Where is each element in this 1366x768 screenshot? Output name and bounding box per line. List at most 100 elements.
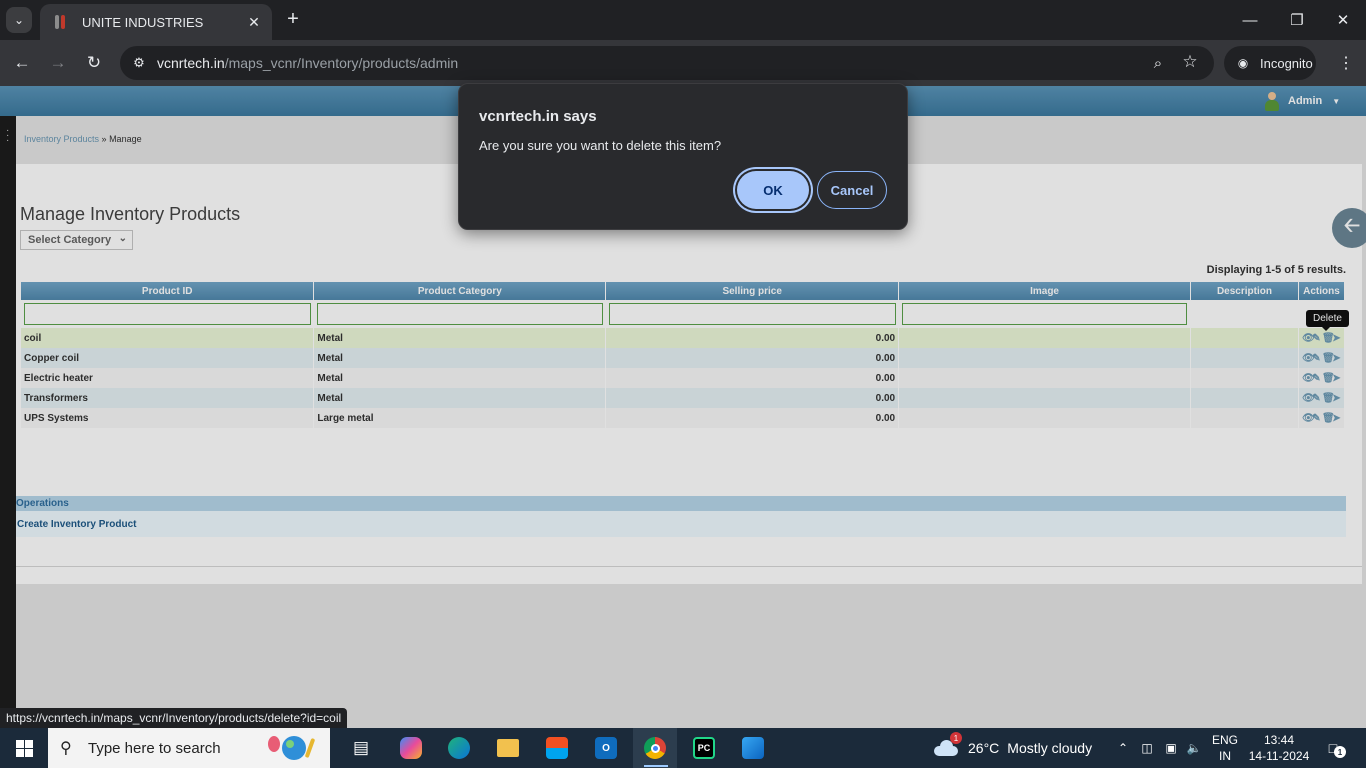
filter-product-category-input[interactable] (316, 303, 603, 325)
address-url: vcnrtech.in/maps_vcnr/Inventory/products… (157, 55, 459, 71)
cell-selling-price: 0.00 (605, 348, 900, 368)
reload-icon[interactable]: ↻ (80, 49, 108, 77)
minimize-icon[interactable]: — (1238, 8, 1262, 32)
column-header-actions: Actions (1298, 282, 1346, 300)
delete-trash-icon[interactable]: 🗑 (1322, 373, 1335, 384)
forward-arrow-icon[interactable]: → (44, 49, 72, 77)
tag-icon[interactable]: ➤ (1332, 333, 1341, 344)
view-eye-icon[interactable]: 👁 (1302, 373, 1315, 384)
new-tab-plus-icon[interactable]: + (282, 8, 304, 30)
table-row: Copper coil Metal 0.00 👁 ✎ 🗑 ➤ (21, 348, 1346, 368)
browser-menu-icon[interactable]: ⋮ (1336, 49, 1356, 77)
zoom-out-icon[interactable]: ⌕ (1148, 53, 1168, 73)
column-header-image[interactable]: Image (898, 282, 1191, 300)
edit-pencil-icon[interactable]: ✎ (1312, 333, 1321, 344)
delete-trash-icon[interactable]: 🗑 (1322, 393, 1335, 404)
show-hidden-icons-chevron-icon[interactable]: ⌃ (1114, 738, 1132, 758)
breadcrumb-link-inventory-products[interactable]: Inventory Products (24, 134, 99, 144)
window-close-icon[interactable]: ✕ (1331, 8, 1355, 32)
view-eye-icon[interactable]: 👁 (1302, 353, 1315, 364)
category-select[interactable]: Select Category ⌄ (20, 230, 133, 250)
tag-icon[interactable]: ➤ (1332, 353, 1341, 364)
volume-icon[interactable]: 🔈 (1185, 738, 1203, 758)
cancel-button[interactable]: Cancel (817, 171, 887, 209)
back-arrow-button[interactable]: 🡠 (1332, 208, 1366, 248)
tab-search-chevron-icon[interactable]: ⌄ (6, 7, 32, 33)
cell-selling-price: 0.00 (605, 408, 900, 428)
bookmark-star-icon[interactable]: ☆ (1180, 52, 1200, 72)
taskbar-search-placeholder: Type here to search (88, 739, 221, 757)
status-bar-url: https://vcnrtech.in/maps_vcnr/Inventory/… (0, 708, 348, 728)
column-header-product-category[interactable]: Product Category (313, 282, 607, 300)
delete-tooltip: Delete (1306, 310, 1349, 331)
windows-start-icon[interactable] (6, 734, 42, 762)
left-sidebar-rail[interactable]: · · · (0, 116, 16, 728)
pycharm-icon[interactable]: PC (689, 733, 719, 763)
tab-close-icon[interactable]: ✕ (242, 10, 266, 34)
cell-image (898, 328, 1191, 348)
chrome-icon[interactable] (640, 733, 670, 763)
cell-description (1190, 408, 1299, 428)
view-eye-icon[interactable]: 👁 (1302, 333, 1315, 344)
copilot-icon[interactable] (396, 733, 426, 763)
file-explorer-icon[interactable] (493, 733, 523, 763)
filter-selling-price-input[interactable] (608, 303, 896, 325)
delete-trash-icon[interactable]: 🗑 (1322, 333, 1335, 344)
browser-tabstrip: ⌄ UNITE INDUSTRIES ✕ + — ❐ ✕ (0, 0, 1366, 40)
create-inventory-product-link[interactable]: Create Inventory Product (17, 519, 136, 530)
cell-product-category: Metal (313, 388, 607, 408)
weather-widget[interactable]: 1 26°C Mostly cloudy (934, 728, 1092, 768)
delete-trash-icon[interactable]: 🗑 (1322, 413, 1335, 424)
cell-description (1190, 368, 1299, 388)
address-bar[interactable]: ⚙ vcnrtech.in/maps_vcnr/Inventory/produc… (120, 46, 1214, 80)
tag-icon[interactable]: ➤ (1332, 373, 1341, 384)
back-arrow-icon[interactable]: ← (8, 49, 36, 77)
tag-icon[interactable]: ➤ (1332, 413, 1341, 424)
divider (16, 566, 1362, 567)
admin-user-menu[interactable]: Admin ▼ (1264, 90, 1340, 112)
cell-product-id: Copper coil (21, 348, 315, 368)
column-header-selling-price[interactable]: Selling price (605, 282, 900, 300)
delete-trash-icon[interactable]: 🗑 (1322, 353, 1335, 364)
notification-center-icon[interactable]: □ 1 (1322, 738, 1346, 758)
filter-product-id-input[interactable] (24, 303, 311, 325)
cell-image (898, 348, 1191, 368)
taskbar-search-box[interactable]: ⚲ Type here to search (48, 728, 330, 768)
column-header-description[interactable]: Description (1190, 282, 1299, 300)
incognito-label: Incognito (1260, 55, 1313, 71)
system-clock[interactable]: 13:44 14-11-2024 (1248, 732, 1310, 764)
results-summary: Displaying 1-5 of 5 results. (1206, 264, 1346, 276)
operations-panel: Create Inventory Product (16, 511, 1346, 537)
cell-product-id: Electric heater (21, 368, 315, 388)
ok-button[interactable]: OK (737, 171, 809, 209)
outlook-icon[interactable]: O (591, 733, 621, 763)
edge-browser-icon[interactable] (444, 733, 474, 763)
search-icon: ⚲ (60, 740, 72, 757)
cloud-weather-icon: 1 (934, 732, 962, 756)
edit-pencil-icon[interactable]: ✎ (1312, 353, 1321, 364)
region-code: IN (1219, 749, 1231, 763)
view-eye-icon[interactable]: 👁 (1302, 393, 1315, 404)
tag-icon[interactable]: ➤ (1332, 393, 1341, 404)
microsoft-store-icon[interactable] (542, 733, 572, 763)
browser-tab[interactable]: UNITE INDUSTRIES ✕ (40, 4, 272, 40)
task-view-icon[interactable]: ▤ (346, 733, 376, 763)
edit-pencil-icon[interactable]: ✎ (1312, 393, 1321, 404)
incognito-profile-button[interactable]: ◉ Incognito (1224, 46, 1316, 80)
site-favicon-icon (52, 14, 68, 30)
site-info-icon[interactable]: ⚙ (130, 54, 148, 72)
device-icon[interactable]: ◫ (1138, 738, 1156, 758)
edit-pencil-icon[interactable]: ✎ (1312, 373, 1321, 384)
restore-icon[interactable]: ❐ (1285, 8, 1309, 32)
search-highlight-balloon-icon (268, 736, 315, 760)
network-icon[interactable]: ▣ (1162, 738, 1180, 758)
edit-pencil-icon[interactable]: ✎ (1312, 413, 1321, 424)
cell-selling-price: 0.00 (605, 328, 900, 348)
view-eye-icon[interactable]: 👁 (1302, 413, 1315, 424)
photos-icon[interactable] (738, 733, 768, 763)
caret-down-icon: ▼ (1332, 96, 1341, 106)
language-indicator[interactable]: ENG IN (1210, 732, 1240, 764)
filter-image-input[interactable] (901, 303, 1188, 325)
column-header-product-id[interactable]: Product ID (21, 282, 315, 300)
category-select-value: Select Category (28, 234, 112, 246)
